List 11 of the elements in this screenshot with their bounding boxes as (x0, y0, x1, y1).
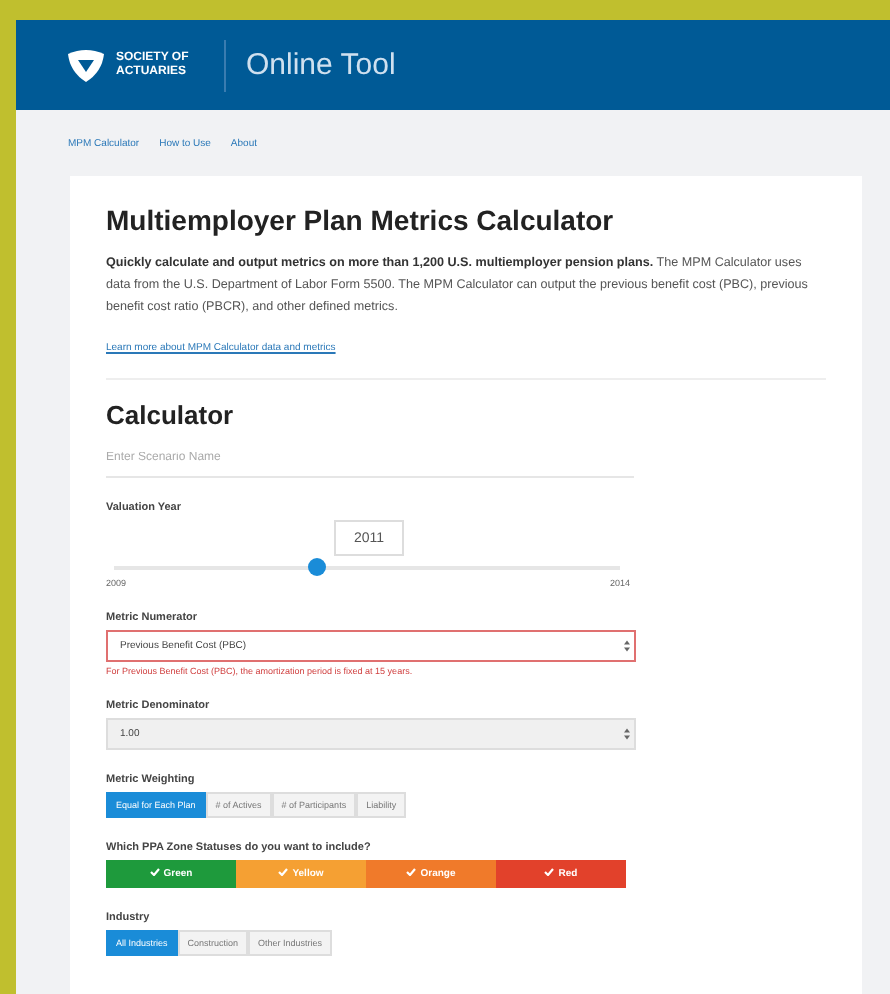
slider-thumb[interactable] (308, 558, 327, 576)
page-heading: Multiemployer Plan Metrics Calculator (106, 204, 616, 236)
check-icon (406, 868, 417, 876)
check-icon (149, 868, 160, 876)
caret-icon (624, 640, 630, 652)
section-heading: Calculator (106, 400, 236, 430)
shield-logo-icon (66, 47, 106, 83)
caret-icon (624, 728, 630, 740)
check-icon (544, 868, 555, 876)
check-icon (278, 868, 289, 876)
app-title: Online Tool (246, 48, 396, 82)
